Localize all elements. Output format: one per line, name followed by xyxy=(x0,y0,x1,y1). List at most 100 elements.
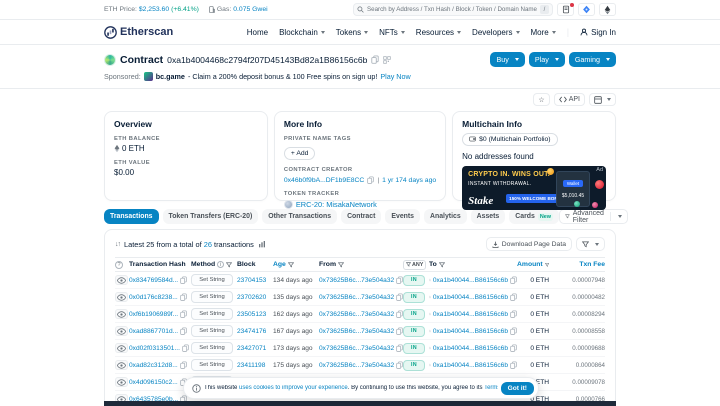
tab-token-transfers-erc-20-[interactable]: Token Transfers (ERC-20) xyxy=(162,209,259,224)
tab-other-transactions[interactable]: Other Transactions xyxy=(262,209,338,224)
nav-item-nfts[interactable]: NFTs xyxy=(379,28,405,37)
advanced-filter-button[interactable]: Advanced Filter xyxy=(558,209,629,224)
from-address-link[interactable]: 0x73625B6c...73e504a32 xyxy=(319,294,394,301)
funnel-icon[interactable] xyxy=(438,261,445,268)
block-link[interactable]: 23505123 xyxy=(237,311,266,318)
copy-icon[interactable] xyxy=(510,327,517,335)
copy-icon[interactable] xyxy=(182,344,189,352)
total-count-link[interactable]: 26 xyxy=(204,240,212,249)
copy-icon[interactable] xyxy=(180,293,187,301)
gas-value-link[interactable]: 0.075 Gwei xyxy=(233,6,267,13)
block-link[interactable]: 23704153 xyxy=(237,277,266,284)
copy-icon[interactable] xyxy=(180,310,187,318)
tx-hash-link[interactable]: 0x834769584d... xyxy=(129,277,178,284)
qr-code-icon[interactable] xyxy=(383,55,392,64)
help-icon[interactable]: ? xyxy=(115,260,123,269)
add-name-tag-button[interactable]: + Add xyxy=(283,147,316,160)
tx-hash-link[interactable]: 0x0d176c8238... xyxy=(129,294,178,301)
method-badge[interactable]: Set String xyxy=(191,325,233,337)
tab-contract[interactable]: Contract xyxy=(341,209,382,224)
funnel-icon[interactable] xyxy=(226,261,233,268)
nav-item-resources[interactable]: Resources xyxy=(416,28,462,37)
sign-in-button[interactable]: Sign In xyxy=(580,28,616,37)
tab-assets[interactable]: Assets xyxy=(470,209,506,224)
tx-hash-link[interactable]: 0x4d096150c2... xyxy=(129,379,178,386)
to-address-link[interactable]: 0xa1b40044...B86156c6b xyxy=(433,277,508,284)
from-address-link[interactable]: 0x73625B6c...73e504a32 xyxy=(319,345,394,352)
eye-icon[interactable] xyxy=(115,377,128,387)
got-it-button[interactable]: Got it! xyxy=(500,381,534,395)
eth-price-link[interactable]: $2,253.60 xyxy=(139,6,169,13)
table-filter-button[interactable] xyxy=(576,237,605,251)
ethereum-network-button[interactable] xyxy=(599,3,616,16)
cookies-info-link[interactable]: uses cookies to improve your experience xyxy=(239,385,348,391)
direction-filter-dropdown[interactable]: ANY xyxy=(403,259,427,270)
chart-icon[interactable] xyxy=(258,240,266,248)
stake-ad-banner[interactable]: Ad CRYPTO IN. WINS OUT. INSTANT WITHDRAW… xyxy=(462,166,607,210)
copy-address-icon[interactable] xyxy=(371,55,380,64)
funnel-icon[interactable] xyxy=(338,261,344,268)
view-options-button[interactable] xyxy=(589,93,616,106)
block-link[interactable]: 23474176 xyxy=(237,328,266,335)
sponsor-cta-link[interactable]: Play Now xyxy=(380,72,410,81)
nav-item-more[interactable]: More xyxy=(531,28,556,37)
to-address-link[interactable]: 0xa1b40044...B86156c6b xyxy=(433,294,508,301)
copy-icon[interactable] xyxy=(510,344,517,352)
block-link[interactable]: 23427071 xyxy=(237,345,266,352)
search-input[interactable] xyxy=(367,6,537,13)
tab-transactions[interactable]: Transactions xyxy=(104,209,159,224)
blockscan-chat-button[interactable] xyxy=(578,3,595,16)
watchlist-notes-button[interactable] xyxy=(557,3,574,16)
token-tracker-link[interactable]: ERC-20: MisakaNetwork xyxy=(296,200,377,209)
api-button[interactable]: API xyxy=(553,93,585,106)
from-address-link[interactable]: 0x73625B6c...73e504a32 xyxy=(319,362,394,369)
gaming-button[interactable]: Gaming xyxy=(568,52,616,67)
tx-hash-link[interactable]: 0xad82c312d8... xyxy=(129,362,178,369)
from-address-link[interactable]: 0x73625B6c...73e504a32 xyxy=(319,328,394,335)
to-address-link[interactable]: 0xa1b40044...B86156c6b xyxy=(433,328,508,335)
copy-icon[interactable] xyxy=(510,276,517,284)
from-address-link[interactable]: 0x73625B6c...73e504a32 xyxy=(319,311,394,318)
tab-cards[interactable]: Cards New xyxy=(509,209,559,224)
tab-analytics[interactable]: Analytics xyxy=(424,209,467,224)
eye-icon[interactable] xyxy=(115,292,128,302)
from-address-link[interactable]: 0x73625B6c...73e504a32 xyxy=(319,277,394,284)
col-amount[interactable]: Amount xyxy=(517,261,549,268)
tab-events[interactable]: Events xyxy=(385,209,421,224)
sort-icon[interactable]: ↓↑ xyxy=(115,241,121,248)
copy-creator-icon[interactable] xyxy=(367,176,375,184)
block-link[interactable]: 23411198 xyxy=(237,362,265,369)
to-address-link[interactable]: 0xa1b40044...B86156c6b xyxy=(433,345,508,352)
nav-item-tokens[interactable]: Tokens xyxy=(336,28,369,37)
col-age[interactable]: Age xyxy=(273,261,319,268)
terms-link[interactable]: Terms xyxy=(484,385,498,391)
eye-icon[interactable] xyxy=(115,360,128,370)
nav-item-blockchain[interactable]: Blockchain xyxy=(279,28,325,37)
to-address-link[interactable]: 0xa1b40044...B86156c6b xyxy=(433,362,508,369)
eye-icon[interactable] xyxy=(115,326,128,336)
search-bar[interactable]: / xyxy=(353,3,553,16)
eye-icon[interactable] xyxy=(115,275,128,285)
copy-icon[interactable] xyxy=(180,361,187,369)
method-badge[interactable]: Set String xyxy=(191,308,233,320)
download-page-data-button[interactable]: Download Page Data xyxy=(485,237,572,251)
eye-icon[interactable] xyxy=(115,343,128,353)
copy-icon[interactable] xyxy=(180,276,187,284)
to-address-link[interactable]: 0xa1b40044...B86156c6b xyxy=(433,311,508,318)
buy-button[interactable]: Buy xyxy=(490,52,525,67)
play-button[interactable]: Play xyxy=(528,52,565,67)
col-txn-fee[interactable]: Txn Fee xyxy=(549,261,605,268)
copy-icon[interactable] xyxy=(510,293,517,301)
tx-hash-link[interactable]: 0xf6b1906989f... xyxy=(129,311,178,318)
copy-icon[interactable] xyxy=(510,310,517,318)
tx-hash-link[interactable]: 0xd02f0313501... xyxy=(129,345,180,352)
copy-icon[interactable] xyxy=(510,361,517,369)
method-badge[interactable]: Set String xyxy=(191,359,233,371)
method-badge[interactable]: Set String xyxy=(191,291,233,303)
multichain-portfolio-badge[interactable]: $0 (Multichain Portfolio) xyxy=(462,132,558,146)
eye-icon[interactable] xyxy=(115,309,128,319)
etherscan-logo[interactable]: Etherscan xyxy=(104,25,173,39)
tx-hash-link[interactable]: 0xad8867701d... xyxy=(129,328,178,335)
block-link[interactable]: 23702620 xyxy=(237,294,266,301)
method-badge[interactable]: Set String xyxy=(191,274,233,286)
